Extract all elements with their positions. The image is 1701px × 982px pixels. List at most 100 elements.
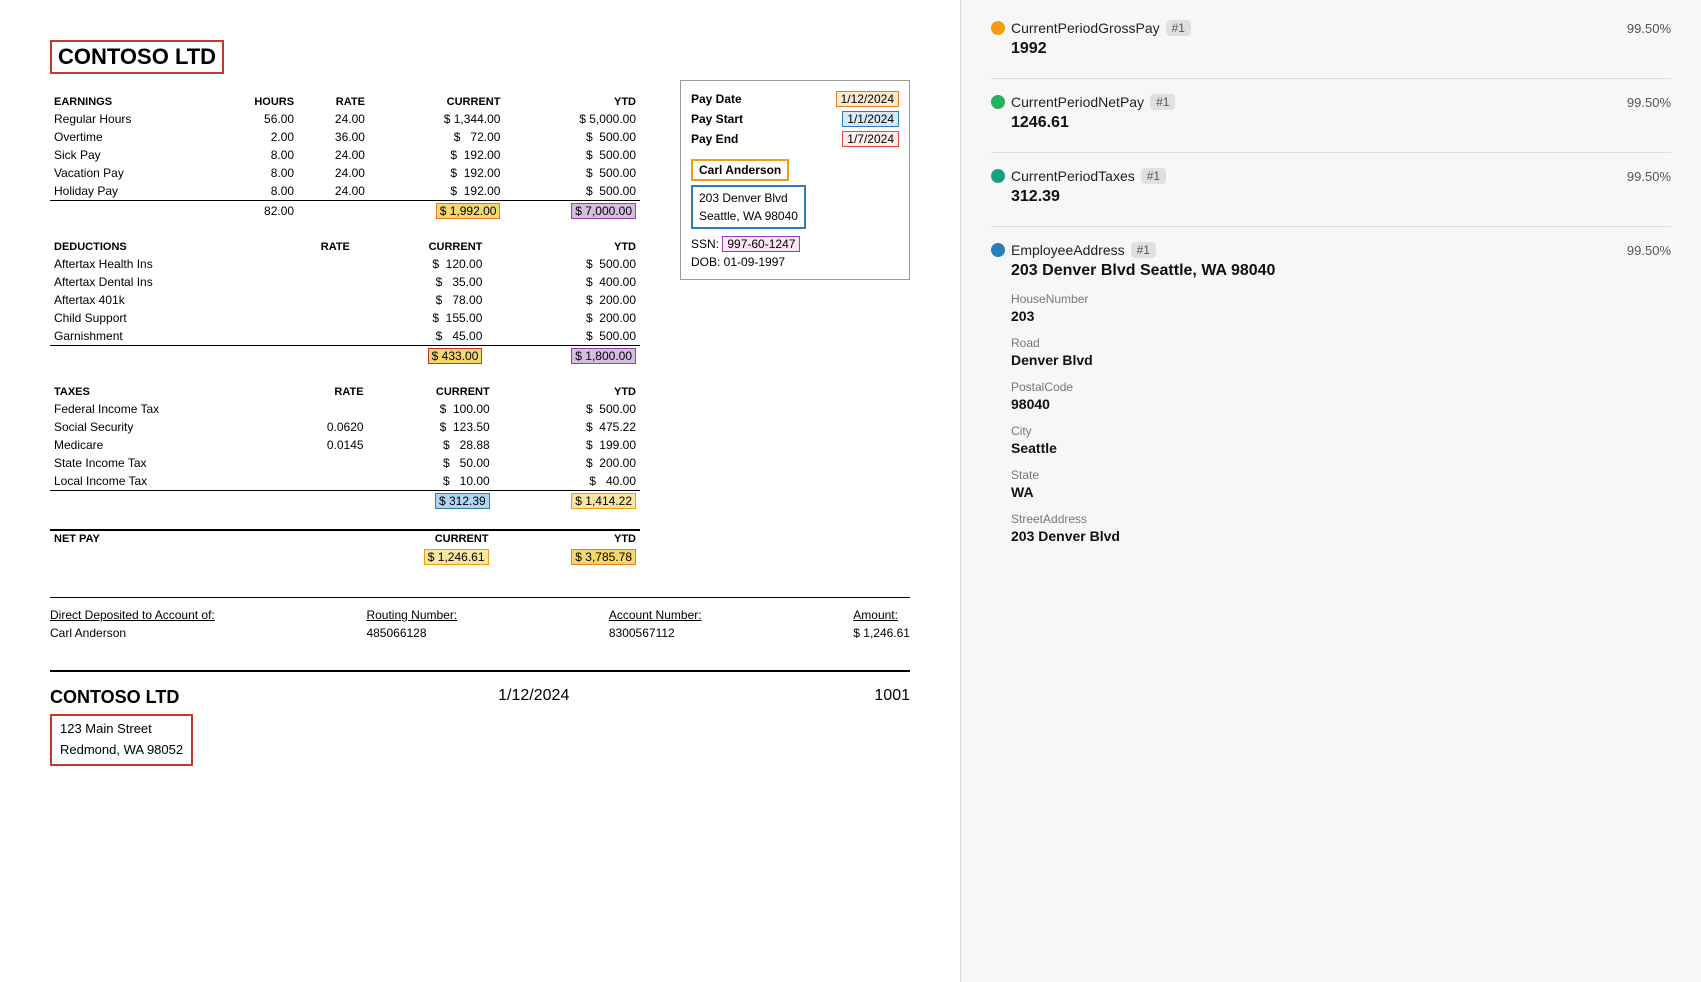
address-dot [991, 243, 1005, 257]
net-pay-dot [991, 95, 1005, 109]
net-pay-confidence: 99.50% [1627, 95, 1671, 110]
table-row: Medicare 0.0145 $ 28.88 $ 199.00 [50, 436, 640, 454]
table-row: Social Security 0.0620 $ 123.50 $ 475.22 [50, 418, 640, 436]
street-address-label: StreetAddress [1011, 512, 1671, 526]
table-row: Federal Income Tax $ 100.00 $ 500.00 [50, 400, 640, 418]
current-col-header: CURRENT [369, 94, 505, 110]
footer-company: CONTOSO LTD [50, 687, 193, 708]
field-gross-pay: CurrentPeriodGrossPay #1 99.50% 1992 [991, 20, 1671, 58]
sub-field-road: Road Denver Blvd [1011, 336, 1671, 368]
table-row: Aftertax Health Ins $ 120.00 $ 500.00 [50, 255, 640, 273]
net-pay-current-col: CURRENT [345, 530, 493, 547]
direct-deposit-section: Direct Deposited to Account of: Carl And… [50, 597, 910, 640]
deductions-ytd-total: $ 1,800.00 [571, 348, 636, 364]
net-pay-badge: #1 [1150, 94, 1175, 110]
hours-col-header: HOURS [209, 94, 298, 110]
state-value: WA [1011, 484, 1671, 500]
state-label: State [1011, 468, 1671, 482]
earnings-ytd-total: $ 7,000.00 [571, 203, 636, 219]
tax-rate-col: RATE [278, 384, 368, 400]
address-confidence: 99.50% [1627, 243, 1671, 258]
net-pay-ytd-col: YTD [493, 530, 641, 547]
pay-info-box: Pay Date 1/12/2024 Pay Start 1/1/2024 Pa… [680, 80, 910, 280]
footer-address-line2: Redmond, WA 98052 [60, 742, 183, 757]
employee-addr-line1: 203 Denver Blvd [699, 191, 788, 205]
taxes-value: 312.39 [1011, 188, 1671, 206]
gross-pay-value: 1992 [1011, 40, 1671, 58]
street-address-value: 203 Denver Blvd [1011, 528, 1671, 544]
divider-2 [991, 152, 1671, 153]
postal-code-label: PostalCode [1011, 380, 1671, 394]
deductions-total-row: $ 433.00 $ 1,800.00 [50, 346, 640, 367]
earnings-header: EARNINGS [50, 94, 209, 110]
dob-value: DOB: 01-09-1997 [691, 255, 785, 269]
taxes-header: TAXES [50, 384, 278, 400]
account-label: Account Number: [609, 608, 702, 622]
taxes-ytd-total: $ 1,414.22 [571, 493, 636, 509]
earnings-current-total: $ 1,992.00 [436, 203, 501, 219]
sub-field-house-number: HouseNumber 203 [1011, 292, 1671, 324]
ded-current-col: CURRENT [354, 239, 486, 255]
sub-field-street-address: StreetAddress 203 Denver Blvd [1011, 512, 1671, 544]
ded-ytd-col: YTD [486, 239, 640, 255]
taxes-current-total: $ 312.39 [435, 493, 490, 509]
net-pay-value: 1246.61 [1011, 114, 1671, 132]
net-pay-label: CurrentPeriodNetPay [1011, 94, 1144, 110]
taxes-confidence: 99.50% [1627, 169, 1671, 184]
net-pay-current: $ 1,246.61 [424, 549, 489, 565]
address-label: EmployeeAddress [1011, 242, 1125, 258]
gross-pay-dot [991, 21, 1005, 35]
net-pay-ytd: $ 3,785.78 [571, 549, 636, 565]
net-pay-row: $ 1,246.61 $ 3,785.78 [50, 547, 640, 567]
sub-field-city: City Seattle [1011, 424, 1671, 456]
table-row: Holiday Pay 8.00 24.00 $ 192.00 $ 500.00 [50, 182, 640, 201]
city-label: City [1011, 424, 1671, 438]
table-row: Aftertax 401k $ 78.00 $ 200.00 [50, 291, 640, 309]
taxes-total-row: $ 312.39 $ 1,414.22 [50, 491, 640, 512]
pay-date-value: 1/12/2024 [836, 91, 899, 107]
house-number-label: HouseNumber [1011, 292, 1671, 306]
routing-value: 485066128 [366, 626, 457, 640]
taxes-dot [991, 169, 1005, 183]
ssn-value: 997-60-1247 [722, 236, 800, 252]
house-number-value: 203 [1011, 308, 1671, 324]
account-value: 8300567112 [609, 626, 702, 640]
address-badge: #1 [1131, 242, 1156, 258]
amount-value: $ 1,246.61 [853, 626, 910, 640]
table-row: Vacation Pay 8.00 24.00 $ 192.00 $ 500.0… [50, 164, 640, 182]
dd-name: Carl Anderson [50, 626, 215, 640]
gross-pay-badge: #1 [1166, 20, 1191, 36]
tax-current-col: CURRENT [368, 384, 494, 400]
table-row: State Income Tax $ 50.00 $ 200.00 [50, 454, 640, 472]
document-panel: CONTOSO LTD EARNINGS HOURS RATE CURRENT … [0, 0, 960, 982]
footer-number: 1001 [874, 687, 910, 705]
routing-label: Routing Number: [366, 608, 457, 622]
gross-pay-label: CurrentPeriodGrossPay [1011, 20, 1160, 36]
table-row: Local Income Tax $ 10.00 $ 40.00 [50, 472, 640, 491]
taxes-badge: #1 [1141, 168, 1166, 184]
gross-pay-confidence: 99.50% [1627, 21, 1671, 36]
employee-addr-line2: Seattle, WA 98040 [699, 209, 798, 223]
amount-label: Amount: [853, 608, 910, 622]
footer-address-line1: 123 Main Street [60, 721, 152, 736]
table-row: Regular Hours 56.00 24.00 $ 1,344.00 $ 5… [50, 110, 640, 128]
footer-date: 1/12/2024 [498, 687, 569, 705]
ded-rate-col: RATE [275, 239, 353, 255]
pay-end-label: Pay End [691, 132, 738, 146]
postal-code-value: 98040 [1011, 396, 1671, 412]
pay-end-value: 1/7/2024 [842, 131, 899, 147]
address-value: 203 Denver Blvd Seattle, WA 98040 [1011, 262, 1671, 280]
dd-label: Direct Deposited to Account of: [50, 608, 215, 622]
road-label: Road [1011, 336, 1671, 350]
employee-address-box: 203 Denver Blvd Seattle, WA 98040 [691, 185, 806, 229]
earnings-total-row: 82.00 $ 1,992.00 $ 7,000.00 [50, 201, 640, 222]
table-row: Sick Pay 8.00 24.00 $ 192.00 $ 500.00 [50, 146, 640, 164]
footer-address-box: 123 Main Street Redmond, WA 98052 [50, 714, 193, 766]
sub-field-postal-code: PostalCode 98040 [1011, 380, 1671, 412]
city-value: Seattle [1011, 440, 1671, 456]
table-row: Overtime 2.00 36.00 $ 72.00 $ 500.00 [50, 128, 640, 146]
employee-name: Carl Anderson [691, 159, 789, 181]
table-row: Aftertax Dental Ins $ 35.00 $ 400.00 [50, 273, 640, 291]
divider-1 [991, 78, 1671, 79]
rate-col-header: RATE [298, 94, 369, 110]
